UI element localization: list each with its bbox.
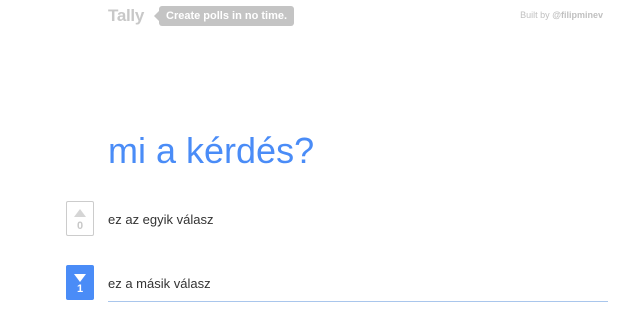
tagline-badge: Create polls in no time. [153,6,295,26]
answer-option-selected: 1 ez a másik válasz [66,265,608,303]
brand-logo[interactable]: Tally [108,6,144,26]
vote-count: 1 [76,283,84,295]
triangle-up-icon [74,209,86,217]
vote-count: 0 [76,220,84,232]
triangle-down-icon [74,274,86,282]
poll-page: Tally Create polls in no time. Built by … [0,0,631,330]
answer-text: ez a másik válasz [108,276,211,291]
vote-button[interactable]: 0 [66,201,94,236]
answer-option: 0 ez az egyik válasz [66,201,608,239]
vote-button-active[interactable]: 1 [66,265,94,300]
author-credit: Built by @filipminev [520,10,603,20]
answer-text: ez az egyik válasz [108,212,214,227]
author-link[interactable]: @filipminev [552,10,603,20]
credit-prefix: Built by [520,10,550,20]
selected-underline [108,301,608,302]
poll-question: mi a kérdés? [108,130,315,171]
